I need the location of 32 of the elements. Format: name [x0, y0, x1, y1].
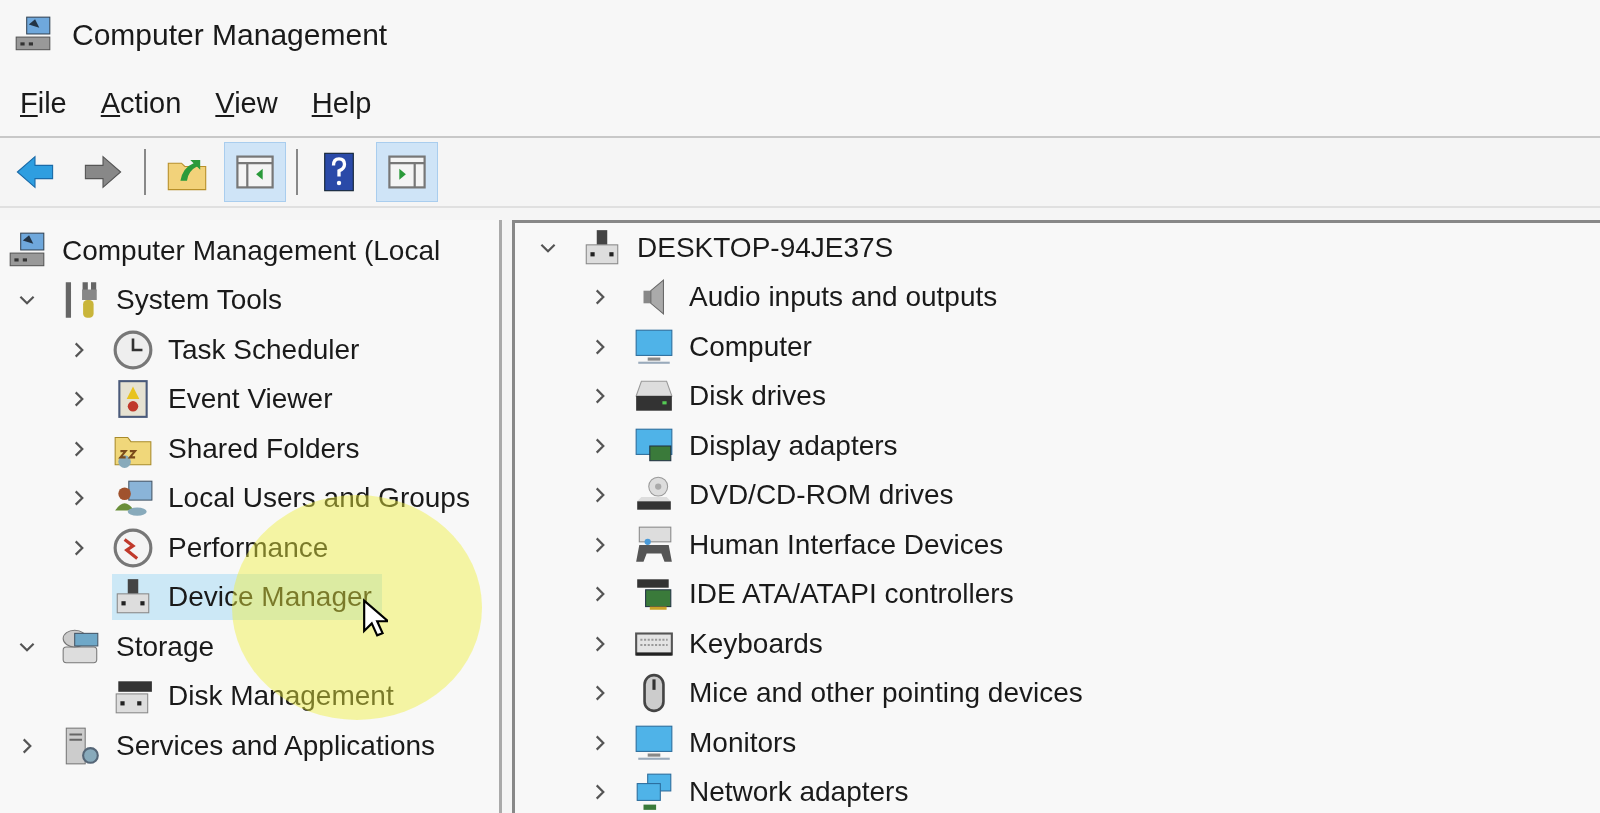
tree-item[interactable]: Network adapters	[633, 769, 919, 813]
tree-item[interactable]: Services and Applications	[60, 722, 446, 769]
tree-item[interactable]: Computer Management (Local	[6, 227, 451, 274]
tree-item[interactable]: Storage	[60, 623, 225, 670]
tree-item[interactable]: Mice and other pointing devices	[633, 670, 1093, 717]
tree-item[interactable]: Human Interface Devices	[633, 521, 1014, 568]
tree-item[interactable]: Keyboards	[633, 620, 833, 667]
actions-button[interactable]	[376, 142, 438, 202]
tree-item[interactable]: IDE ATA/ATAPI controllers	[633, 571, 1024, 618]
menu-item[interactable]: View	[203, 82, 290, 124]
tree-item[interactable]: DESKTOP-94JE37S	[581, 224, 904, 271]
menu-item[interactable]: Help	[299, 82, 384, 124]
tree-item[interactable]: Local Users and Groups	[112, 475, 480, 522]
tree-item[interactable]: Audio inputs and outputs	[633, 274, 1008, 321]
tree-item[interactable]: Disk drives	[633, 373, 836, 420]
tree-item[interactable]: Task Scheduler	[112, 326, 370, 373]
tree-item[interactable]: Display adapters	[633, 422, 908, 469]
tree-item[interactable]: Event Viewer	[112, 376, 343, 423]
tree-item[interactable]: System Tools	[60, 277, 292, 324]
tree-item[interactable]: Device Manager	[112, 574, 382, 621]
tree-item[interactable]: DVD/CD-ROM drives	[633, 472, 964, 519]
gauge-icon	[112, 526, 154, 569]
window-title: Computer Management	[72, 18, 388, 52]
tree-item[interactable]: Computer	[633, 323, 822, 370]
tree-item[interactable]: Monitors	[633, 719, 807, 766]
tree-item[interactable]: Shared Folders	[112, 425, 370, 472]
tree-item[interactable]: Disk Management	[112, 673, 404, 720]
tree-item[interactable]: Performance	[112, 524, 339, 571]
menu-item[interactable]: Action	[88, 82, 194, 124]
tree-button[interactable]	[224, 142, 286, 202]
clock-icon	[112, 328, 154, 371]
menu-item[interactable]: File	[8, 82, 79, 124]
